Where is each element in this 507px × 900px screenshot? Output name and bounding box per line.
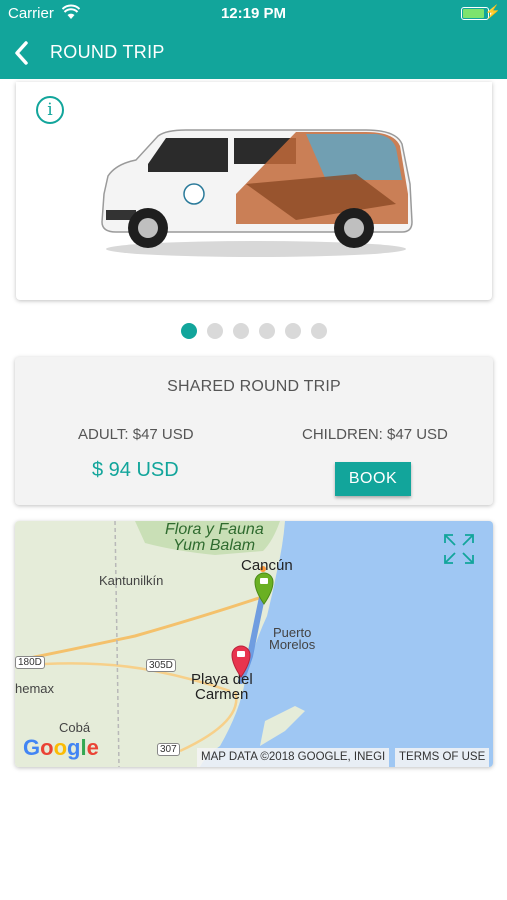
map-label: Carmen bbox=[195, 686, 249, 703]
destination-pin-icon[interactable] bbox=[230, 644, 252, 678]
map-label: Morelos bbox=[269, 637, 316, 652]
map-label: hemax bbox=[15, 681, 55, 696]
map-label: Yum Balam bbox=[173, 537, 256, 554]
origin-pin-icon[interactable] bbox=[253, 571, 275, 605]
carousel-dot[interactable] bbox=[284, 323, 301, 339]
book-button[interactable]: BOOK bbox=[335, 462, 411, 496]
back-arrow-icon[interactable] bbox=[10, 38, 36, 68]
total-price: $ 94 USD bbox=[92, 459, 179, 481]
adult-price: ADULT: $47 USD bbox=[78, 426, 194, 443]
status-bar: Carrier 12:19 PM ⚡ bbox=[0, 0, 507, 28]
map-attribution: MAP DATA ©2018 GOOGLE, INEGI bbox=[197, 748, 390, 767]
expand-icon[interactable] bbox=[443, 533, 475, 565]
carousel-dot[interactable] bbox=[180, 323, 197, 339]
van-image bbox=[101, 129, 413, 257]
road-badge: 305D bbox=[146, 659, 176, 672]
terms-of-use-link[interactable]: TERMS OF USE bbox=[395, 748, 490, 767]
clock: 12:19 PM bbox=[220, 5, 287, 22]
road-badge: 307 bbox=[157, 743, 180, 756]
route-map[interactable]: Flora y Fauna Yum Balam Cancún Kantunilk… bbox=[15, 521, 493, 767]
info-icon[interactable]: i bbox=[36, 96, 64, 124]
charging-icon: ⚡ bbox=[484, 4, 501, 19]
trip-info-card: SHARED ROUND TRIP ADULT: $47 USD CHILDRE… bbox=[15, 357, 493, 505]
map-label: Kantunilkín bbox=[99, 573, 164, 588]
carousel-dot[interactable] bbox=[310, 323, 327, 339]
google-logo: Google bbox=[23, 735, 99, 760]
road-badge: 180D bbox=[15, 656, 45, 669]
carousel-dot[interactable] bbox=[258, 323, 275, 339]
carousel-page-indicator bbox=[0, 323, 507, 344]
nav-bar: ROUND TRIP bbox=[0, 28, 507, 79]
carousel-dot[interactable] bbox=[206, 323, 223, 339]
trip-title: SHARED ROUND TRIP bbox=[167, 378, 341, 395]
map-label: Cobá bbox=[59, 720, 91, 735]
page-title: ROUND TRIP bbox=[50, 42, 165, 62]
children-price: CHILDREN: $47 USD bbox=[302, 426, 448, 443]
carousel-dot[interactable] bbox=[232, 323, 249, 339]
